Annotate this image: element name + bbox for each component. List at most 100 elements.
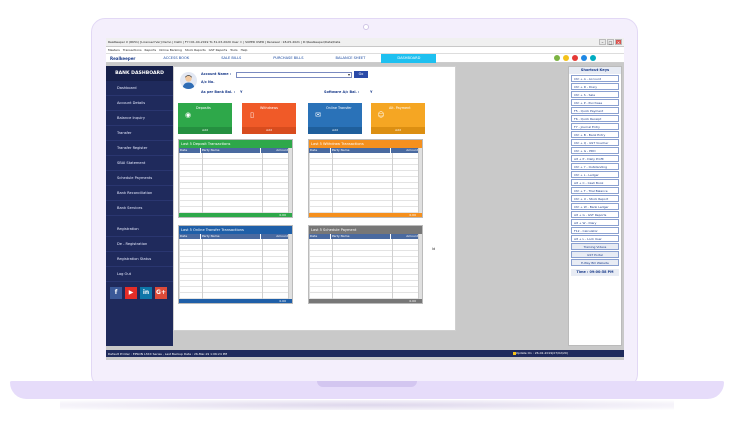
facebook-icon[interactable]: f [110,287,122,299]
shortcut-key-item[interactable]: Ctrl + Q - GST Voucher [571,139,619,146]
card-deposits[interactable]: ◉ Deposits Add [178,103,232,134]
shortcut-key-item[interactable]: Ctrl + L - Ledger [571,171,619,178]
linkedin-icon[interactable]: in [140,287,152,299]
maximize-button[interactable]: □ [607,39,614,45]
card-title: Withdraws [260,106,278,110]
sidebar-item-registration-status[interactable]: Registration Status [106,252,173,267]
go-button[interactable]: Go [354,71,368,78]
card-withdraws[interactable]: ▯ Withdraws Add [242,103,296,134]
tab-purchase-bills[interactable]: PURCHASE BILLS [257,54,319,63]
sidebar-item-dashboard[interactable]: Dashboard [106,81,173,96]
status-update: Update On : 26-02-2019(07/02/20) [515,351,568,355]
tool-icon-4[interactable] [581,55,587,61]
account-name-label: Account Name : [201,72,232,76]
tool-icon-2[interactable] [563,55,569,61]
link-e-way-bill-website[interactable]: E-Way Bill Website [571,259,619,266]
shortcut-key-item[interactable]: Alt + G - GST Reports [571,211,619,218]
minimize-button[interactable]: – [599,39,606,45]
close-button[interactable]: × [615,39,622,45]
link-training-videos[interactable]: Training Videos [571,243,619,250]
menu-item-reports[interactable]: Reports [145,48,157,52]
grid-body[interactable] [179,239,292,299]
scrollbar[interactable] [418,234,422,299]
shortcut-key-item[interactable]: F7 - Journal Entry [571,123,619,130]
panel-total: 0.00 [179,213,292,217]
tab-access-book[interactable]: ACCESS BOOK [147,54,205,63]
tool-icon-5[interactable] [590,55,596,61]
panel-title: Last 5 Deposit Transactions [179,140,292,148]
sidebar-item-schedule-payments[interactable]: Schedule Payments [106,171,173,186]
deposit-icon: ◉ [184,111,192,119]
scrollbar[interactable] [288,234,292,299]
shortcut-key-item[interactable]: F12 - Calculator [571,227,619,234]
tab-sale-bills[interactable]: SALE BILLS [205,54,257,63]
shortcut-key-item[interactable]: Ctrl + T - Trial Balance [571,187,619,194]
card-add-link[interactable]: Add [308,127,362,134]
panel-last-5-online-transfer-transactions: Last 5 Online Transfer Transactions Date P… [178,225,293,304]
tool-icon-3[interactable] [572,55,578,61]
shortcut-key-item[interactable]: Ctrl + P - Purchase [571,99,619,106]
tab-balance-sheet[interactable]: BALANCE SHEET [320,54,382,63]
menu-item-gst-reports[interactable]: GST Reports [209,48,228,52]
card-title: Online Transfer [326,106,352,110]
shortcut-key-item[interactable]: Alt + W - Diary [571,219,619,226]
sidebar-item-bank-services[interactable]: Bank Services [106,201,173,216]
menu-item-help[interactable]: Help [241,48,248,52]
grid-body[interactable] [309,153,422,213]
sidebar-item-account-details[interactable]: Account Details [106,96,173,111]
scrollbar[interactable] [288,148,292,213]
shortcut-key-item[interactable]: F5 - Quick Payment [571,107,619,114]
grid-body[interactable] [179,153,292,213]
youtube-icon[interactable]: ▶ [125,287,137,299]
account-name-select[interactable]: ▾ [236,72,352,78]
shortcut-key-item[interactable]: Ctrl + W - Bank Ledger [571,203,619,210]
panel-total: 0.00 [179,299,292,303]
shortcut-key-item[interactable]: Ctrl + S - Sale [571,91,619,98]
shortcut-key-item[interactable]: Alt + P - Daily Profit [571,155,619,162]
sidebar-title: BANK DASHBOARD [106,66,173,81]
sidebar: BANK DASHBOARD Dashboard Account Details B… [106,66,173,346]
sidebar-item-log-out[interactable]: Log Out [106,267,173,282]
panel-total: 0.00 [309,299,422,303]
menu-item-tools[interactable]: Tools [230,48,237,52]
card-alt-payment[interactable]: ☺ Alt. Payment Add [371,103,425,134]
tool-icon-1[interactable] [554,55,560,61]
card-title: Deposits [196,106,211,110]
shortcut-key-item[interactable]: Alt + C - Cash Book [571,179,619,186]
brand-label: Realkeeper [110,55,136,61]
shortcut-key-item[interactable]: Ctrl + G - PDD [571,147,619,154]
sidebar-item-de-registration[interactable]: De - Registration [106,237,173,252]
shortcut-key-item[interactable]: Ctrl + B - Bank Entry [571,131,619,138]
sidebar-item-bank-reconciliation[interactable]: Bank Reconciliation [106,186,173,201]
laptop-shadow [60,400,674,410]
menu-item-stock-reports[interactable]: Stock Reports [185,48,206,52]
sidebar-item-registration[interactable]: Registration [106,222,173,237]
sidebar-item-transfer-register[interactable]: Transfer Register [106,141,173,156]
googleplus-icon[interactable]: G+ [155,287,167,299]
tab-dashboard[interactable]: DASHBOARD [381,53,437,63]
shortcut-key-item[interactable]: Ctrl + A - Account [571,75,619,82]
shortcut-key-item[interactable]: Ctrl + U - Stock Report [571,195,619,202]
sidebar-item-transfer[interactable]: Transfer [106,126,173,141]
menu-item-online-banking[interactable]: Online Banking [159,48,182,52]
app-screen: RealKeeper X (RK51) [Licensed Ver] Demo … [106,38,624,360]
scrollbar[interactable] [418,148,422,213]
menu-item-masters[interactable]: Masters [108,48,120,52]
card-add-link[interactable]: Add [242,127,296,134]
menu-item-transactions[interactable]: Transactions [123,48,142,52]
link-gst-portal[interactable]: GST Portal [571,251,619,258]
panel-last-5-deposit-transactions: Last 5 Deposit Transactions Date Party Nam… [178,139,293,218]
shortcut-key-item[interactable]: Ctrl + Y - Outstanding [571,163,619,170]
status-left: Default Printer : EPSON L3XX Series , La… [108,351,228,356]
shortcut-key-item[interactable]: Alt + L - Lock User [571,235,619,242]
card-add-link[interactable]: Add [371,127,425,134]
card-add-link[interactable]: Add [178,127,232,134]
shortcut-key-item[interactable]: Ctrl + D - Diary [571,83,619,90]
card-online-transfer[interactable]: ✉ Online Transfer Add [308,103,362,134]
sidebar-item-balance-inquiry[interactable]: Balance Inquiry [106,111,173,126]
sidebar-item-sbai-statement[interactable]: SBAI Statement [106,156,173,171]
card-title: Alt. Payment [389,106,411,110]
grid-body[interactable] [309,239,422,299]
shortcut-key-item[interactable]: F6 - Quick Receipt [571,115,619,122]
laptop-notch [317,381,417,387]
